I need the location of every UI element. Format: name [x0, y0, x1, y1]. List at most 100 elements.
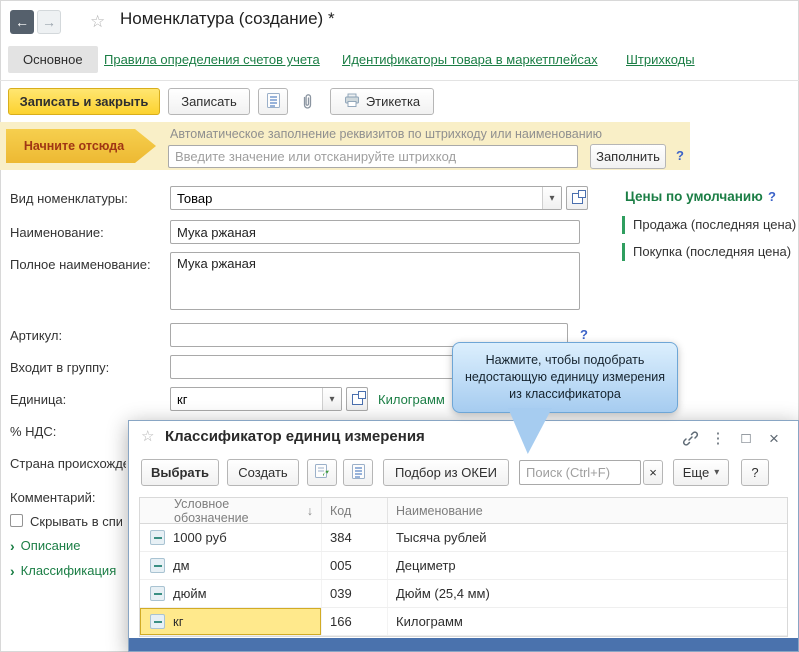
link-icon[interactable]: [680, 428, 700, 448]
cell-symbol: дм: [140, 552, 322, 579]
tab-link-account-rules[interactable]: Правила определения счетов учета: [104, 52, 320, 67]
forward-button[interactable]: →: [37, 10, 61, 34]
clear-icon: ×: [649, 465, 657, 480]
price-item-purchase[interactable]: Покупка (последняя цена): [622, 243, 791, 261]
create-label: Создать: [238, 465, 288, 480]
table-row[interactable]: дм 005 Дециметр: [140, 552, 787, 580]
page-title: Номенклатура (создание) *: [120, 9, 335, 28]
app-window: ← → ☆ Номенклатура (создание) * Основное…: [0, 0, 799, 652]
hide-in-lists-label-text: Скрывать в списках: [30, 514, 122, 529]
save-button[interactable]: Записать: [168, 88, 250, 115]
tooltip-bubble: Нажмите, чтобы подобрать недостающую еди…: [452, 342, 678, 413]
kebab-menu-icon[interactable]: ⋮: [708, 428, 728, 448]
search-clear-button[interactable]: ×: [643, 460, 663, 485]
expander-description[interactable]: › Описание: [10, 538, 81, 553]
chevron-down-icon: ▾: [714, 467, 720, 478]
label-print-label: Этикетка: [365, 94, 421, 109]
autofill-help-icon[interactable]: ?: [676, 148, 684, 163]
full-name-textarea[interactable]: Мука ржаная: [170, 252, 580, 310]
fill-label: Заполнить: [596, 149, 660, 164]
vat-label: % НДС:: [10, 424, 57, 439]
unit-combobox[interactable]: ▾: [170, 387, 342, 411]
search-input[interactable]: [519, 460, 641, 485]
chevron-right-icon: ›: [10, 562, 15, 579]
table-row[interactable]: 1000 руб 384 Тысяча рублей: [140, 524, 787, 552]
kind-dropdown-icon[interactable]: ▾: [542, 187, 561, 209]
attachments-button[interactable]: [294, 89, 320, 116]
maximize-icon[interactable]: □: [736, 428, 756, 448]
name-label: Наименование:: [10, 225, 104, 240]
unit-dropdown-icon[interactable]: ▾: [322, 388, 341, 410]
unit-icon: [150, 614, 165, 629]
column-header-symbol[interactable]: Условное обозначение ↓: [140, 497, 322, 525]
fill-button[interactable]: Заполнить: [590, 144, 666, 169]
tab-link-barcodes[interactable]: Штрихкоды: [626, 52, 695, 67]
cell-name-text: Килограмм: [396, 614, 463, 629]
cell-name-text: Дециметр: [396, 558, 456, 573]
list-view-button[interactable]: [343, 459, 373, 486]
classifier-window-title: Классификатор единиц измерения: [165, 428, 425, 445]
group-label: Входит в группу:: [10, 360, 110, 375]
unit-name-link[interactable]: Килограмм: [378, 392, 445, 407]
default-prices-help-icon[interactable]: ?: [768, 189, 776, 204]
country-label: Страна происхождения:: [10, 456, 126, 471]
window-bottom-bar: [129, 638, 798, 651]
table-row[interactable]: дюйм 039 Дюйм (25,4 мм): [140, 580, 787, 608]
default-prices-title: Цены по умолчанию: [625, 189, 763, 204]
cell-symbol: дюйм: [140, 580, 322, 607]
tab-main[interactable]: Основное: [8, 46, 98, 73]
paperclip-icon: [301, 93, 314, 113]
cell-name: Килограмм: [388, 608, 787, 635]
full-name-label: Полное наименование:: [10, 257, 151, 272]
country-label-text: Страна происхождения:: [10, 456, 126, 471]
comment-label: Комментарий:: [10, 490, 96, 505]
barcode-autofill-input[interactable]: [168, 145, 578, 168]
cell-code-text: 005: [330, 558, 352, 573]
okei-pick-button[interactable]: Подбор из ОКЕИ: [383, 459, 509, 486]
window-favorite-star-icon[interactable]: ☆: [141, 429, 154, 444]
more-label: Еще: [682, 465, 710, 480]
create-group-icon: [314, 463, 330, 483]
cell-code-text: 039: [330, 586, 352, 601]
cell-symbol-text: дюйм: [173, 586, 207, 601]
tab-link-marketplace-ids[interactable]: Идентификаторы товара в маркетплейсах: [342, 52, 598, 67]
name-input[interactable]: [170, 220, 580, 244]
select-button[interactable]: Выбрать: [141, 459, 219, 486]
save-label: Записать: [181, 94, 237, 109]
back-button[interactable]: ←: [10, 10, 34, 34]
kind-open-button[interactable]: [566, 186, 588, 210]
document-list-icon: [266, 92, 281, 112]
kind-label: Вид номенклатуры:: [10, 191, 128, 206]
cell-code: 166: [322, 608, 388, 635]
cell-name-text: Тысяча рублей: [396, 530, 487, 545]
unit-icon: [150, 558, 165, 573]
cell-name-text: Дюйм (25,4 мм): [396, 586, 490, 601]
column-header-code[interactable]: Код: [322, 498, 388, 523]
hide-in-lists-label: Скрывать в списках: [30, 514, 122, 529]
cell-symbol: 1000 руб: [140, 524, 322, 551]
save-and-close-button[interactable]: Записать и закрыть: [8, 88, 160, 115]
article-help-icon[interactable]: ?: [580, 327, 588, 342]
unit-icon: [150, 586, 165, 601]
create-group-button[interactable]: [307, 459, 337, 486]
kind-combobox[interactable]: ▾: [170, 186, 562, 210]
favorite-star-icon[interactable]: ☆: [90, 13, 105, 30]
table-row-selected[interactable]: кг 166 Килограмм: [140, 608, 787, 636]
price-item-sale[interactable]: Продажа (последняя цена): [622, 216, 796, 234]
cell-code: 005: [322, 552, 388, 579]
kind-input[interactable]: [171, 187, 542, 209]
hide-in-lists-checkbox[interactable]: [10, 514, 23, 527]
printer-icon: [344, 93, 360, 111]
create-button[interactable]: Создать: [227, 459, 299, 486]
report-structure-button[interactable]: [258, 88, 288, 115]
more-button[interactable]: Еще ▾: [673, 459, 729, 486]
unit-input[interactable]: [171, 388, 322, 410]
units-table: Условное обозначение ↓ Код Наименование …: [139, 497, 788, 637]
column-header-name[interactable]: Наименование: [388, 498, 787, 523]
label-print-button[interactable]: Этикетка: [330, 88, 434, 115]
expander-classification[interactable]: › Классификация: [10, 563, 116, 578]
close-icon[interactable]: ×: [764, 428, 784, 448]
window-help-button[interactable]: ?: [741, 459, 769, 486]
unit-open-button[interactable]: [346, 387, 368, 411]
sort-desc-icon: ↓: [306, 503, 313, 518]
